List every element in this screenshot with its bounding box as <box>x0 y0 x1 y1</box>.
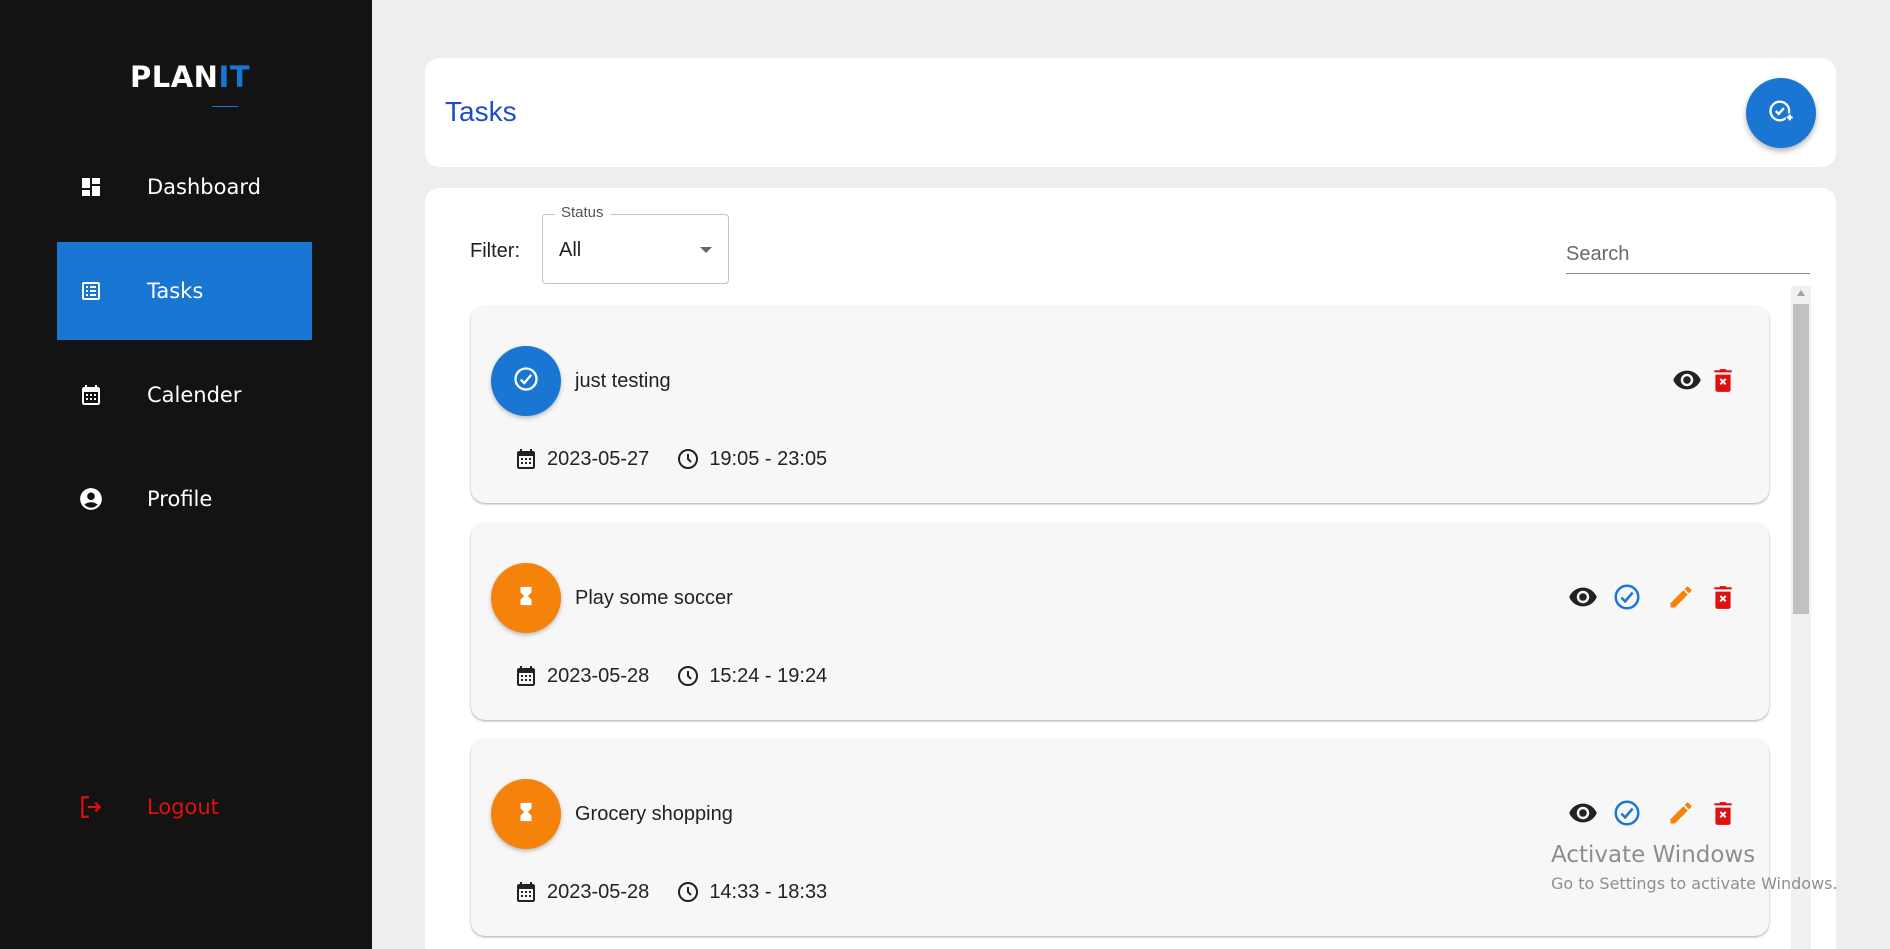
logout-icon <box>78 794 104 820</box>
sidebar-item-label: Profile <box>147 487 213 511</box>
clock-icon <box>675 879 701 905</box>
delete-icon <box>1710 366 1736 399</box>
page-title: Tasks <box>445 96 517 127</box>
scroll-up-arrow-icon[interactable] <box>1797 290 1805 296</box>
task-date: 2023-05-27 <box>547 447 650 470</box>
task-status-pending[interactable] <box>491 563 561 633</box>
hourglass-icon <box>515 799 537 830</box>
pencil-icon <box>1667 583 1695 616</box>
status-select[interactable]: Status All <box>542 204 729 284</box>
calendar-icon <box>513 446 539 472</box>
task-date: 2023-05-28 <box>547 880 650 903</box>
edit-button[interactable] <box>1665 583 1697 615</box>
task-actions <box>1659 366 1739 398</box>
task-time: 19:05 - 23:05 <box>709 447 828 470</box>
task-card[interactable]: Grocery shopping 2023-05-28 14:33 - 18:3… <box>471 739 1769 936</box>
eye-icon <box>1568 582 1598 617</box>
sidebar-item-dashboard[interactable]: Dashboard <box>57 138 312 236</box>
task-list-icon <box>78 278 104 304</box>
clock-icon <box>675 663 701 689</box>
task-title: just testing <box>575 370 671 392</box>
task-time: 15:24 - 19:24 <box>709 664 828 687</box>
calendar-icon <box>78 382 104 408</box>
logout-label: Logout <box>147 795 219 819</box>
search-input[interactable] <box>1566 236 1810 274</box>
hourglass-icon <box>515 583 537 614</box>
clock-icon <box>675 446 701 472</box>
task-title: Grocery shopping <box>575 803 733 825</box>
pencil-icon <box>1667 799 1695 832</box>
watermark-title: Activate Windows <box>1551 842 1756 868</box>
task-status-pending[interactable] <box>491 779 561 849</box>
account-circle-icon <box>78 486 104 512</box>
sidebar-item-profile[interactable]: Profile <box>57 450 312 548</box>
watermark-subtitle: Go to Settings to activate Windows. <box>1551 874 1838 893</box>
sidebar-item-label: Calender <box>147 383 242 407</box>
logo-underline <box>212 106 238 107</box>
task-date: 2023-05-28 <box>547 664 650 687</box>
filter-label: Filter: <box>470 240 520 262</box>
scroll-thumb[interactable] <box>1793 304 1809 614</box>
eye-icon <box>1568 798 1598 833</box>
calendar-icon <box>513 663 539 689</box>
sidebar-item-calender[interactable]: Calender <box>57 346 312 444</box>
app-logo[interactable]: PLANIT <box>130 60 250 94</box>
task-card[interactable]: Play some soccer 2023-05-28 15:24 - 19:2… <box>471 523 1769 720</box>
check-circle-icon <box>1612 582 1642 617</box>
sidebar-item-label: Tasks <box>147 279 204 303</box>
delete-button[interactable] <box>1707 799 1739 831</box>
check-circle-icon <box>1612 798 1642 833</box>
complete-button[interactable] <box>1611 799 1643 831</box>
task-time-group: 19:05 - 23:05 <box>675 446 827 472</box>
task-card[interactable]: just testing 2023-05-27 19:05 - 23:05 <box>471 306 1769 503</box>
task-meta: 2023-05-27 19:05 - 23:05 <box>513 446 827 472</box>
eye-icon <box>1672 365 1702 400</box>
task-time-group: 14:33 - 18:33 <box>675 879 827 905</box>
task-status-completed[interactable] <box>491 346 561 416</box>
dropdown-arrow-icon <box>700 247 712 253</box>
logo-accent: IT <box>218 60 251 94</box>
add-task-icon <box>1767 97 1795 130</box>
sidebar-item-tasks[interactable]: Tasks <box>57 242 312 340</box>
status-value: All <box>559 239 582 261</box>
complete-button[interactable] <box>1611 583 1643 615</box>
task-time-group: 15:24 - 19:24 <box>675 663 827 689</box>
calendar-icon <box>513 879 539 905</box>
task-title: Play some soccer <box>575 587 733 609</box>
check-circle-icon <box>512 365 540 398</box>
page-header: Tasks <box>425 58 1836 167</box>
logout-button[interactable]: Logout <box>57 758 312 856</box>
delete-icon <box>1710 799 1736 832</box>
view-button[interactable] <box>1671 366 1703 398</box>
delete-button[interactable] <box>1707 583 1739 615</box>
task-time: 14:33 - 18:33 <box>709 880 828 903</box>
task-actions <box>1555 583 1739 615</box>
task-meta: 2023-05-28 15:24 - 19:24 <box>513 663 827 689</box>
view-button[interactable] <box>1567 799 1599 831</box>
delete-button[interactable] <box>1707 366 1739 398</box>
edit-button[interactable] <box>1665 799 1697 831</box>
windows-activation-watermark: Activate Windows Go to Settings to activ… <box>1551 842 1838 893</box>
status-legend: Status <box>555 204 610 221</box>
logo-main: PLAN <box>130 60 219 94</box>
tasks-panel: Filter: Status All just testing 2023-05-… <box>425 188 1836 949</box>
delete-icon <box>1710 583 1736 616</box>
task-actions <box>1555 799 1739 831</box>
task-meta: 2023-05-28 14:33 - 18:33 <box>513 879 827 905</box>
dashboard-icon <box>78 174 104 200</box>
view-button[interactable] <box>1567 583 1599 615</box>
add-task-button[interactable] <box>1746 78 1816 148</box>
sidebar-item-label: Dashboard <box>147 175 261 199</box>
sidebar: PLANIT Dashboard Tasks Calender Profile … <box>0 0 372 949</box>
